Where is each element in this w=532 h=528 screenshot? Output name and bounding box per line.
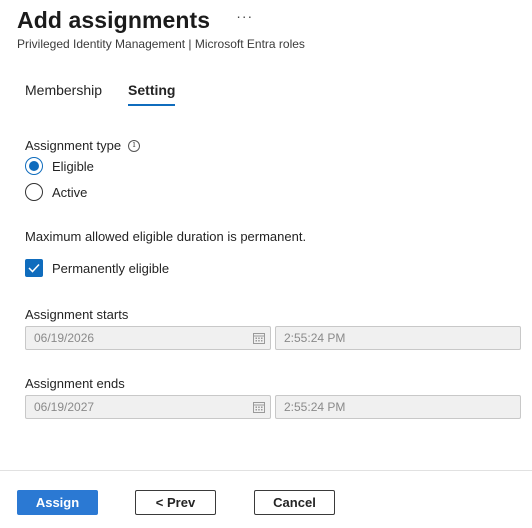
- radio-active[interactable]: Active: [25, 183, 87, 201]
- footer-divider: [0, 470, 532, 471]
- more-options-button[interactable]: ···: [236, 9, 253, 23]
- tab-bar: Membership Setting: [25, 80, 201, 106]
- radio-eligible[interactable]: Eligible: [25, 157, 94, 175]
- permanently-eligible-label: Permanently eligible: [52, 260, 170, 276]
- radio-selected-dot: [29, 161, 39, 171]
- page-subtitle: Privileged Identity Management | Microso…: [17, 37, 305, 51]
- assignment-type-text: Assignment type: [25, 138, 122, 153]
- assignment-type-label: Assignment type i: [25, 138, 141, 153]
- assignment-ends-label: Assignment ends: [25, 376, 125, 391]
- prev-button[interactable]: < Prev: [135, 490, 216, 515]
- duration-note: Maximum allowed eligible duration is per…: [25, 229, 307, 244]
- page-title: Add assignments: [17, 6, 211, 33]
- radio-active-control[interactable]: [25, 183, 43, 201]
- checkbox-checked[interactable]: [25, 259, 43, 277]
- checkmark-icon: [28, 263, 40, 273]
- cancel-button[interactable]: Cancel: [254, 490, 335, 515]
- calendar-icon[interactable]: [253, 332, 265, 344]
- calendar-icon[interactable]: [253, 401, 265, 413]
- start-time-input[interactable]: 2:55:24 PM: [275, 326, 521, 350]
- tab-setting[interactable]: Setting: [128, 80, 176, 106]
- page-header: Add assignments ··· Privileged Identity …: [17, 6, 517, 52]
- radio-eligible-label: Eligible: [52, 158, 94, 174]
- assignment-starts-label: Assignment starts: [25, 307, 129, 322]
- start-date-input[interactable]: 06/19/2026: [25, 326, 271, 350]
- start-date-value: 06/19/2026: [34, 331, 95, 345]
- end-date-input[interactable]: 06/19/2027: [25, 395, 271, 419]
- radio-eligible-control[interactable]: [25, 157, 43, 175]
- permanently-eligible-checkbox[interactable]: Permanently eligible: [25, 259, 169, 277]
- assign-button[interactable]: Assign: [17, 490, 98, 515]
- start-time-value: 2:55:24 PM: [284, 331, 346, 345]
- radio-active-label: Active: [52, 184, 88, 200]
- tab-membership[interactable]: Membership: [25, 80, 102, 106]
- title-row: Add assignments ···: [17, 6, 517, 34]
- end-time-input[interactable]: 2:55:24 PM: [275, 395, 521, 419]
- info-icon[interactable]: i: [128, 139, 141, 152]
- end-date-value: 06/19/2027: [34, 400, 95, 414]
- end-time-value: 2:55:24 PM: [284, 400, 346, 414]
